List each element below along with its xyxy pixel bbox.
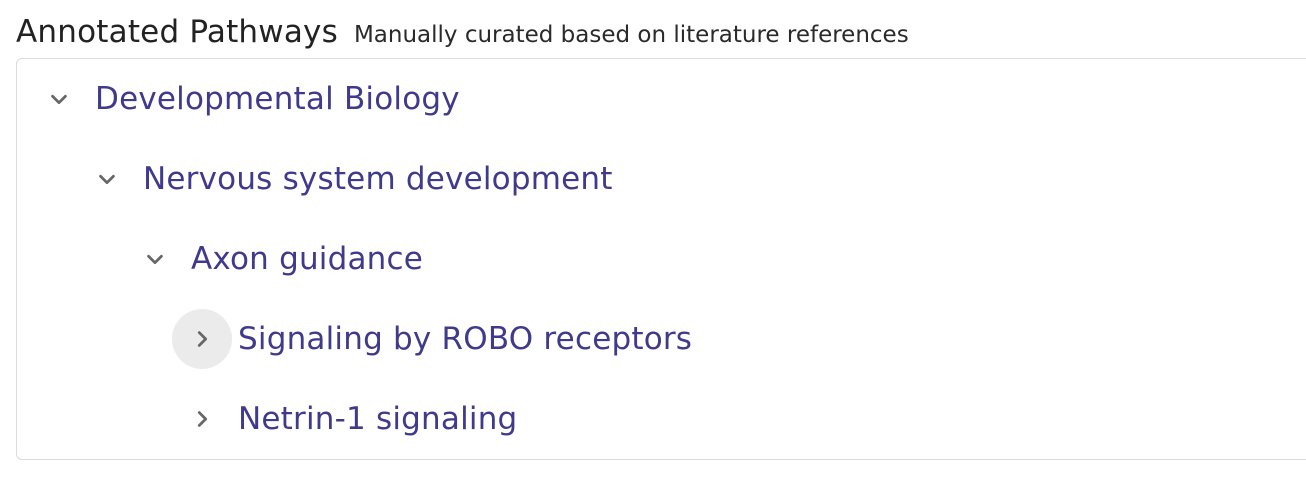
section-header: Annotated Pathways Manually curated base… bbox=[16, 14, 909, 50]
chevron-right-icon[interactable] bbox=[172, 389, 232, 449]
tree-node-developmental-biology[interactable]: Developmental Biology bbox=[29, 69, 460, 129]
tree-node-netrin-1-signaling[interactable]: Netrin-1 signaling bbox=[172, 389, 517, 449]
tree-node-label[interactable]: Netrin-1 signaling bbox=[238, 401, 517, 437]
tree-node-label[interactable]: Axon guidance bbox=[191, 241, 423, 277]
section-title: Annotated Pathways bbox=[16, 14, 338, 50]
tree-node-signaling-by-robo-receptors[interactable]: Signaling by ROBO receptors bbox=[172, 309, 692, 369]
chevron-down-icon[interactable] bbox=[125, 229, 185, 289]
tree-node-label[interactable]: Signaling by ROBO receptors bbox=[238, 321, 692, 357]
tree-node-label[interactable]: Nervous system development bbox=[143, 161, 613, 197]
tree-node-axon-guidance[interactable]: Axon guidance bbox=[125, 229, 423, 289]
tree-node-nervous-system-development[interactable]: Nervous system development bbox=[77, 149, 613, 209]
tree-node-label[interactable]: Developmental Biology bbox=[95, 81, 460, 117]
chevron-down-icon[interactable] bbox=[77, 149, 137, 209]
chevron-down-icon[interactable] bbox=[29, 69, 89, 129]
pathway-tree-panel: Developmental Biology Nervous system dev… bbox=[16, 58, 1306, 460]
chevron-right-icon[interactable] bbox=[172, 309, 232, 369]
section-subtitle: Manually curated based on literature ref… bbox=[353, 22, 909, 48]
